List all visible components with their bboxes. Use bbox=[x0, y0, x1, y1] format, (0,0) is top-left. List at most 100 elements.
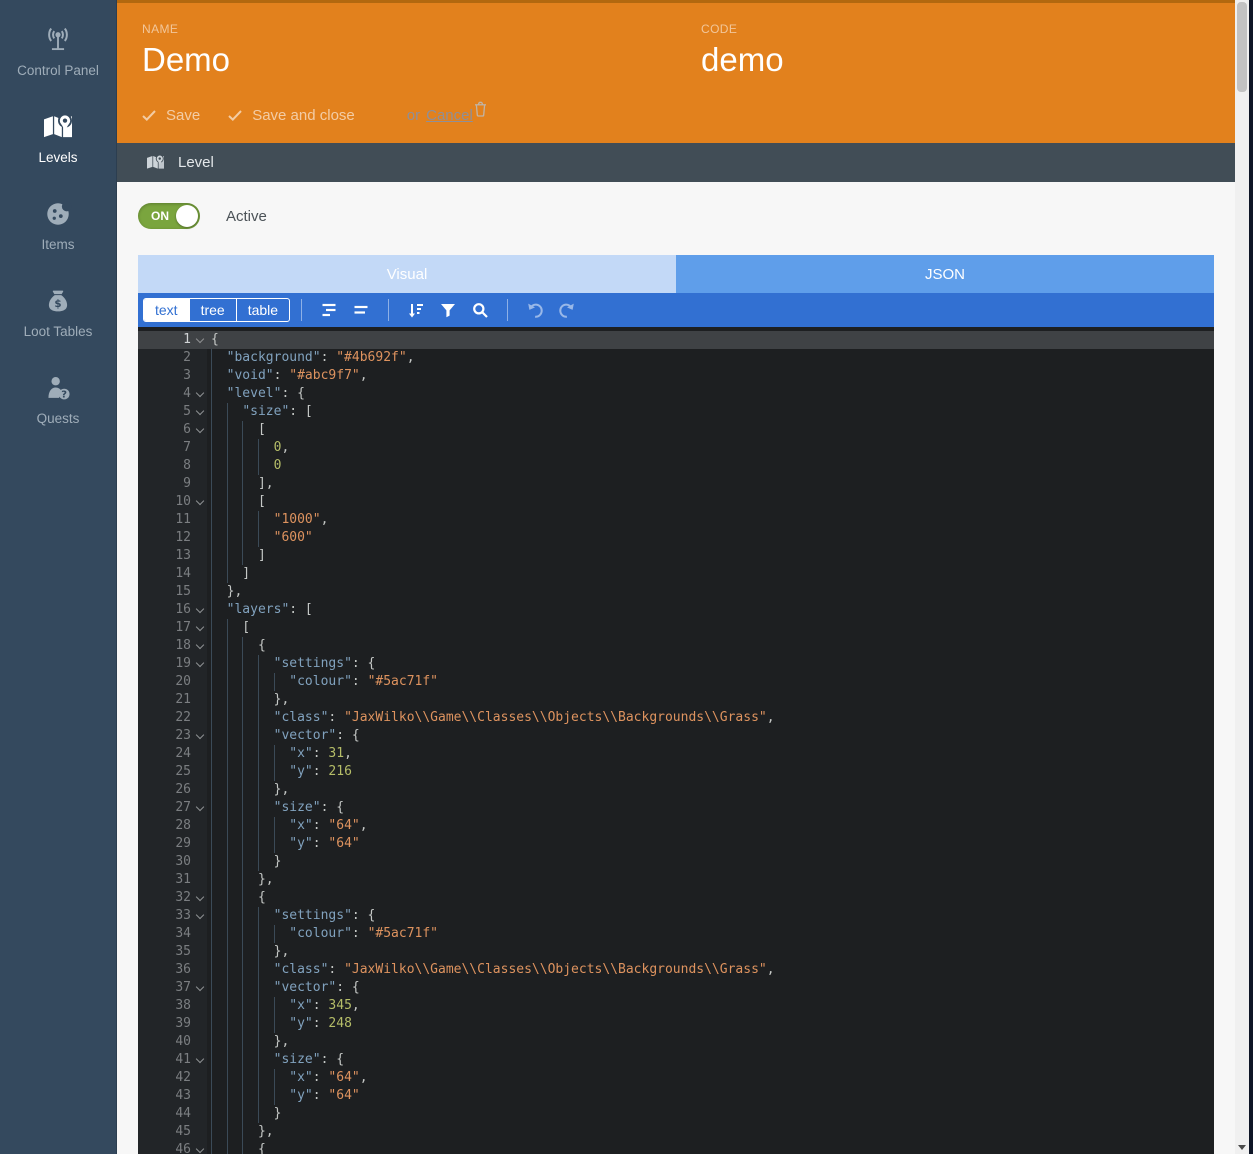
fold-toggle-icon[interactable] bbox=[196, 425, 204, 433]
code-line-content[interactable]: 0, bbox=[207, 439, 1214, 457]
fold-toggle-icon[interactable] bbox=[196, 335, 204, 343]
code-line-content[interactable]: "class": "JaxWilko\\Game\\Classes\\Objec… bbox=[207, 961, 1214, 979]
fold-toggle-icon[interactable] bbox=[196, 1055, 204, 1063]
code-line-content[interactable]: "size": { bbox=[207, 1051, 1214, 1069]
code-line-content[interactable]: "colour": "#5ac71f" bbox=[207, 925, 1214, 943]
code-line-content[interactable]: "void": "#abc9f7", bbox=[207, 367, 1214, 385]
code-line-content[interactable]: }, bbox=[207, 691, 1214, 709]
code-line-content[interactable]: "colour": "#5ac71f" bbox=[207, 673, 1214, 691]
check-icon bbox=[228, 110, 242, 121]
fold-toggle-icon[interactable] bbox=[196, 389, 204, 397]
code-line-content[interactable]: "x": 345, bbox=[207, 997, 1214, 1015]
code-line-content[interactable]: "600" bbox=[207, 529, 1214, 547]
format-icon[interactable] bbox=[316, 297, 342, 323]
code-line-content[interactable]: ] bbox=[207, 547, 1214, 565]
fold-toggle-icon[interactable] bbox=[196, 1145, 204, 1153]
code-line-content[interactable]: }, bbox=[207, 871, 1214, 889]
fold-toggle-icon[interactable] bbox=[196, 803, 204, 811]
code-line-content[interactable]: "y": "64" bbox=[207, 1087, 1214, 1105]
code-line-content[interactable]: [ bbox=[207, 619, 1214, 637]
code-line-content[interactable]: "x": "64", bbox=[207, 1069, 1214, 1087]
code-line-content[interactable]: }, bbox=[207, 583, 1214, 601]
sidebar-item-loot-tables[interactable]: $Loot Tables bbox=[0, 261, 116, 348]
code-line-content[interactable]: "level": { bbox=[207, 385, 1214, 403]
fold-toggle-icon[interactable] bbox=[196, 605, 204, 613]
active-toggle[interactable]: ON bbox=[138, 203, 200, 229]
code-line-content[interactable]: }, bbox=[207, 943, 1214, 961]
code-line-content[interactable]: "vector": { bbox=[207, 727, 1214, 745]
code-line-content[interactable]: [ bbox=[207, 493, 1214, 511]
undo-icon[interactable] bbox=[522, 297, 548, 323]
code-line-content[interactable]: "settings": { bbox=[207, 907, 1214, 925]
code-line-content[interactable]: "y": 248 bbox=[207, 1015, 1214, 1033]
fold-toggle-icon[interactable] bbox=[196, 731, 204, 739]
code-line-content[interactable]: "x": "64", bbox=[207, 817, 1214, 835]
mode-button-table[interactable]: table bbox=[237, 299, 289, 321]
fold-toggle-icon[interactable] bbox=[196, 641, 204, 649]
code-line-content[interactable]: { bbox=[207, 1141, 1214, 1154]
json-code-editor[interactable]: 1{2 "background": "#4b692f",3 "void": "#… bbox=[138, 327, 1214, 1154]
code-field[interactable]: CODE demo bbox=[676, 3, 1235, 79]
code-line-content[interactable]: { bbox=[207, 637, 1214, 655]
fold-toggle-icon[interactable] bbox=[196, 407, 204, 415]
code-line-content[interactable]: "vector": { bbox=[207, 979, 1214, 997]
search-icon[interactable] bbox=[467, 297, 493, 323]
save-button[interactable]: Save bbox=[142, 107, 200, 124]
code-field-value[interactable]: demo bbox=[701, 41, 1235, 79]
code-line-content[interactable]: "size": { bbox=[207, 799, 1214, 817]
fold-toggle-icon[interactable] bbox=[196, 623, 204, 631]
code-line-content[interactable]: "1000", bbox=[207, 511, 1214, 529]
code-line-content[interactable]: "background": "#4b692f", bbox=[207, 349, 1214, 367]
sidebar-item-items[interactable]: Items bbox=[0, 174, 116, 261]
indent-guide bbox=[211, 889, 212, 907]
code-line-content[interactable]: "size": [ bbox=[207, 403, 1214, 421]
fold-toggle-icon[interactable] bbox=[196, 911, 204, 919]
code-line-content[interactable]: 0 bbox=[207, 457, 1214, 475]
page-scrollbar[interactable] bbox=[1235, 0, 1249, 1154]
indent-guide bbox=[211, 1015, 212, 1033]
compact-icon[interactable] bbox=[348, 297, 374, 323]
name-field[interactable]: NAME Demo bbox=[117, 3, 676, 79]
code-line-content[interactable]: "y": "64" bbox=[207, 835, 1214, 853]
code-line-content[interactable]: ] bbox=[207, 565, 1214, 583]
save-and-close-button[interactable]: Save and close bbox=[228, 107, 355, 124]
mode-button-tree[interactable]: tree bbox=[190, 299, 237, 321]
toggle-knob[interactable] bbox=[176, 205, 198, 227]
code-line-content[interactable]: "x": 31, bbox=[207, 745, 1214, 763]
code-line-content[interactable]: "layers": [ bbox=[207, 601, 1214, 619]
fold-toggle-icon[interactable] bbox=[196, 659, 204, 667]
redo-icon[interactable] bbox=[554, 297, 580, 323]
code-line-content[interactable]: } bbox=[207, 1105, 1214, 1123]
code-line-content[interactable]: "settings": { bbox=[207, 655, 1214, 673]
cancel-link[interactable]: Cancel bbox=[426, 107, 473, 124]
fold-toggle-icon[interactable] bbox=[196, 497, 204, 505]
trash-icon[interactable] bbox=[474, 101, 487, 117]
sidebar-item-levels[interactable]: Levels bbox=[0, 87, 116, 174]
code-line-content[interactable]: ], bbox=[207, 475, 1214, 493]
indent-guide bbox=[258, 511, 259, 529]
filter-icon[interactable] bbox=[435, 297, 461, 323]
indent-guide bbox=[242, 853, 243, 871]
code-line-content[interactable]: }, bbox=[207, 1123, 1214, 1141]
sidebar-item-quests[interactable]: ?Quests bbox=[0, 348, 116, 435]
fold-toggle-icon[interactable] bbox=[196, 983, 204, 991]
tab-json[interactable]: JSON bbox=[676, 255, 1214, 293]
tab-visual[interactable]: Visual bbox=[138, 255, 676, 293]
scrollbar-down-arrow-icon[interactable] bbox=[1238, 1145, 1246, 1150]
sort-icon[interactable] bbox=[403, 297, 429, 323]
name-field-value[interactable]: Demo bbox=[142, 41, 676, 79]
code-line-content[interactable]: "y": 216 bbox=[207, 763, 1214, 781]
code-line: 11 "1000", bbox=[138, 511, 1214, 529]
code-line-content[interactable]: } bbox=[207, 853, 1214, 871]
code-line-content[interactable]: "class": "JaxWilko\\Game\\Classes\\Objec… bbox=[207, 709, 1214, 727]
fold-toggle-icon[interactable] bbox=[196, 893, 204, 901]
code-line-content[interactable]: }, bbox=[207, 781, 1214, 799]
code-line-content[interactable]: }, bbox=[207, 1033, 1214, 1051]
scrollbar-thumb[interactable] bbox=[1237, 2, 1247, 92]
code-line-content[interactable]: [ bbox=[207, 421, 1214, 439]
code-line-content[interactable]: { bbox=[207, 331, 1214, 349]
sidebar-item-control-panel[interactable]: Control Panel bbox=[0, 0, 116, 87]
indent-guide bbox=[258, 655, 259, 673]
code-line-content[interactable]: { bbox=[207, 889, 1214, 907]
mode-button-text[interactable]: text bbox=[144, 299, 190, 321]
